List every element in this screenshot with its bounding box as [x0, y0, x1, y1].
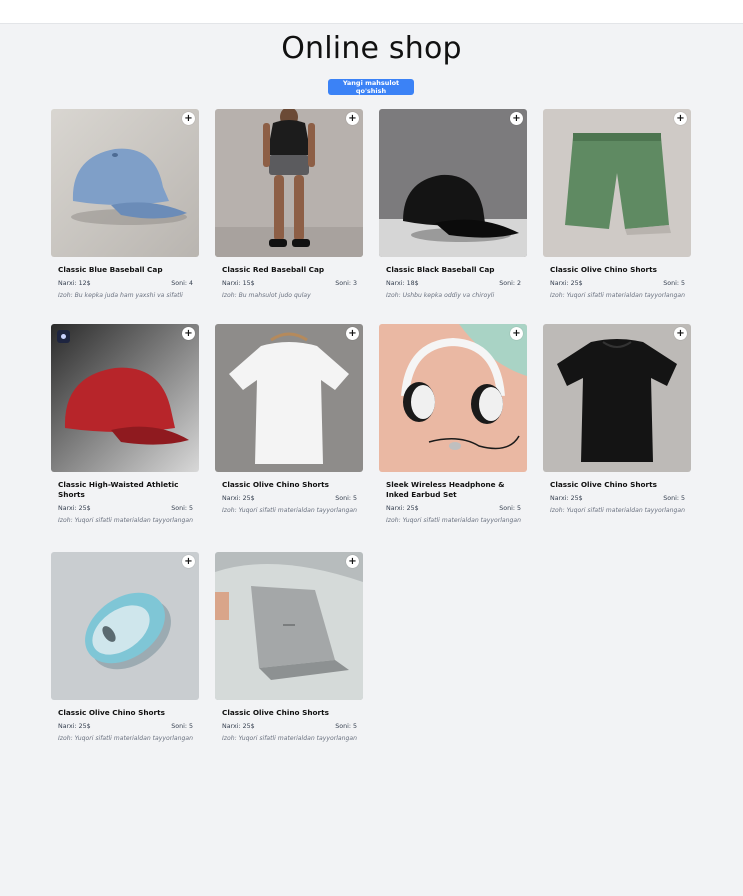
add-to-cart-plus-icon[interactable]: + [182, 112, 195, 125]
product-price: Narxi: 25$ [550, 280, 583, 287]
product-quantity: Soni: 5 [335, 723, 357, 730]
product-quantity: Soni: 5 [171, 723, 193, 730]
product-name: Sleek Wireless Headphone & Inked Earbud … [386, 480, 505, 499]
product-quantity: Soni: 3 [335, 280, 357, 287]
product-description: Izoh: Yuqori sifatli materialdan tayyorl… [550, 507, 685, 514]
product-name: Classic Olive Chino Shorts [222, 480, 329, 489]
product-card[interactable]: + Sleek Wireless Headphone & Inked Earbu… [379, 324, 527, 525]
product-name: Classic Red Baseball Cap [222, 265, 325, 274]
product-price: Narxi: 12$ [58, 280, 91, 287]
product-price: Narxi: 25$ [222, 723, 255, 730]
product-image-headphones [379, 324, 527, 472]
product-card[interactable]: + Classic Olive Chino Shorts Narxi: 25$ S… [215, 324, 363, 515]
product-description: Izoh: Yuqori sifatli materialdan tayyorl… [58, 517, 193, 524]
product-description: Izoh: Ushbu kepka oddiy va chiroyli [386, 292, 495, 299]
product-quantity: Soni: 5 [663, 495, 685, 502]
add-to-cart-plus-icon[interactable]: + [346, 112, 359, 125]
product-name: Classic Blue Baseball Cap [58, 265, 163, 274]
product-quantity: Soni: 2 [499, 280, 521, 287]
add-to-cart-plus-icon[interactable]: + [182, 555, 195, 568]
product-image-blue-cap [51, 109, 199, 257]
top-bar [0, 0, 743, 24]
product-quantity: Soni: 5 [663, 280, 685, 287]
product-name: Classic Olive Chino Shorts [550, 265, 657, 274]
product-name: Classic High-Waisted Athletic Shorts [58, 480, 179, 499]
product-description: Izoh: Yuqori sifatli materialdan tayyorl… [58, 735, 193, 742]
product-card[interactable]: + Classic Red Baseball Cap Narxi: 15$ Son… [215, 109, 363, 300]
app-badge-icon [57, 330, 70, 343]
product-image-mouse [51, 552, 199, 700]
product-price: Narxi: 25$ [58, 723, 91, 730]
add-to-cart-plus-icon[interactable]: + [510, 327, 523, 340]
product-image-black-cap [379, 109, 527, 257]
product-price: Narxi: 15$ [222, 280, 255, 287]
product-name: Classic Olive Chino Shorts [58, 708, 165, 717]
product-card[interactable]: + Classic Olive Chino Shorts Narxi: 25$ S… [543, 109, 691, 300]
add-to-cart-plus-icon[interactable]: + [182, 327, 195, 340]
product-image-olive-shorts [543, 109, 691, 257]
product-card[interactable]: + Classic Blue Baseball Cap Narxi: 12$ So… [51, 109, 199, 300]
product-image-athletic-shorts-model [215, 109, 363, 257]
product-price: Narxi: 25$ [58, 505, 91, 512]
product-description: Izoh: Bu mahsulot judo qulay [222, 292, 311, 299]
product-quantity: Soni: 4 [171, 280, 193, 287]
product-price: Narxi: 25$ [222, 495, 255, 502]
page-title: Online shop [281, 31, 462, 66]
add-to-cart-plus-icon[interactable]: + [674, 327, 687, 340]
product-card[interactable]: + Classic Olive Chino Shorts Narxi: 25$ S… [215, 552, 363, 743]
product-description: Izoh: Yuqori sifatli materialdan tayyorl… [222, 735, 357, 742]
product-description: Izoh: Yuqori sifatli materialdan tayyorl… [222, 507, 357, 514]
product-card[interactable]: + Classic Olive Chino Shorts Narxi: 25$ S… [51, 552, 199, 743]
product-quantity: Soni: 5 [171, 505, 193, 512]
product-name: Classic Olive Chino Shorts [550, 480, 657, 489]
product-description: Izoh: Yuqori sifatli materialdan tayyorl… [550, 292, 685, 299]
add-to-cart-plus-icon[interactable]: + [510, 112, 523, 125]
product-image-white-tshirt [215, 324, 363, 472]
product-image-black-tshirt [543, 324, 691, 472]
product-price: Narxi: 25$ [386, 505, 419, 512]
product-card[interactable]: + Classic Black Baseball Cap Narxi: 18$ S… [379, 109, 527, 300]
product-card[interactable]: + Classic Olive Chino Shorts Narxi: 25$ S… [543, 324, 691, 515]
add-to-cart-plus-icon[interactable]: + [346, 327, 359, 340]
product-image-laptop [215, 552, 363, 700]
product-card[interactable]: + Classic High-Waisted Athletic Shorts N… [51, 324, 199, 525]
product-quantity: Soni: 5 [335, 495, 357, 502]
product-name: Classic Black Baseball Cap [386, 265, 495, 274]
add-to-cart-plus-icon[interactable]: + [674, 112, 687, 125]
product-quantity: Soni: 5 [499, 505, 521, 512]
product-name: Classic Olive Chino Shorts [222, 708, 329, 717]
product-image-red-cap [51, 324, 199, 472]
add-to-cart-plus-icon[interactable]: + [346, 555, 359, 568]
product-price: Narxi: 25$ [550, 495, 583, 502]
product-description: Izoh: Yuqori sifatli materialdan tayyorl… [386, 517, 521, 524]
product-price: Narxi: 18$ [386, 280, 419, 287]
product-description: Izoh: Bu kepka juda ham yaxshi va sifatl… [58, 292, 183, 299]
add-product-button[interactable]: Yangi mahsulot qo'shish [328, 79, 414, 95]
